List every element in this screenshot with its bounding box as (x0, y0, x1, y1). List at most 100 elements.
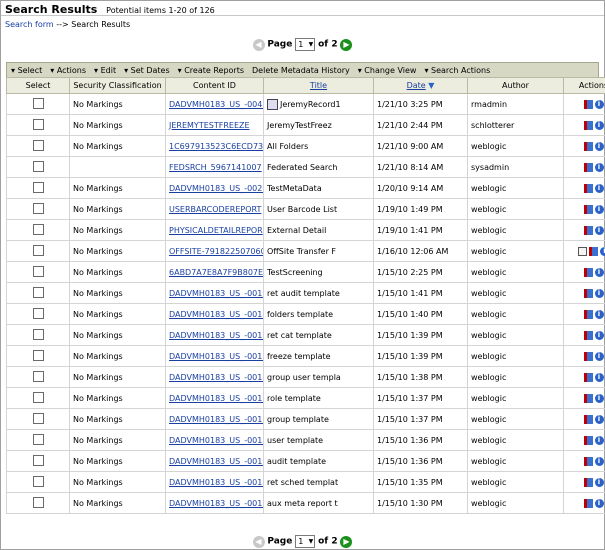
content-id-link[interactable]: 1C697913523C6ECD738 (169, 142, 263, 151)
content-id-link[interactable]: DADVMH0183_US_-0018 (169, 394, 263, 403)
info-icon[interactable]: i (594, 456, 604, 466)
info-icon[interactable]: i (594, 288, 604, 298)
info-icon[interactable]: i (594, 141, 604, 151)
row-select-checkbox[interactable] (32, 118, 44, 130)
actions-menu-icon[interactable] (583, 120, 593, 130)
info-icon[interactable]: i (594, 309, 604, 319)
info-icon[interactable]: i (594, 162, 604, 172)
content-id-link[interactable]: USERBARCODEREPORT (169, 205, 261, 214)
next-page-icon[interactable]: ▶ (340, 535, 353, 548)
external-link-icon[interactable] (578, 246, 587, 256)
actions-menu-icon[interactable] (583, 435, 593, 445)
breadcrumb-search-form-link[interactable]: Search form (5, 20, 54, 29)
actions-menu-icon[interactable] (583, 393, 593, 403)
info-icon[interactable]: i (594, 99, 604, 109)
row-select-checkbox[interactable] (32, 223, 44, 235)
row-select-checkbox[interactable] (32, 244, 44, 256)
content-id-link[interactable]: DADVMH0183_US_-0018 (169, 310, 263, 319)
row-select-checkbox[interactable] (32, 412, 44, 424)
row-select-checkbox[interactable] (32, 307, 44, 319)
row-select-checkbox[interactable] (32, 328, 44, 340)
select-menu[interactable]: Select (7, 66, 46, 75)
info-icon[interactable]: i (594, 498, 604, 508)
row-select-checkbox[interactable] (32, 265, 44, 277)
column-header-date[interactable]: Date ▼ (373, 77, 468, 94)
actions-menu-icon[interactable] (583, 477, 593, 487)
content-id-link[interactable]: DADVMH0183_US_-0018 (169, 478, 263, 487)
page-select[interactable]: 1 (295, 535, 316, 548)
content-id-link[interactable]: DADVMH0183_US_-0018 (169, 352, 263, 361)
info-icon[interactable]: i (594, 267, 604, 277)
page-select[interactable]: 1 (295, 38, 316, 51)
content-id-link[interactable]: OFFSITE-791822507060 (169, 247, 263, 256)
info-icon[interactable]: i (594, 120, 604, 130)
set-dates-menu[interactable]: Set Dates (120, 66, 174, 75)
column-header-title[interactable]: Title (263, 77, 374, 94)
actions-menu-icon[interactable] (583, 99, 593, 109)
info-icon[interactable]: i (594, 330, 604, 340)
title-sort-link[interactable]: Title (310, 81, 327, 90)
content-id-link[interactable]: DADVMH0183_US_-0018 (169, 415, 263, 424)
content-id-link[interactable]: DADVMH0183_US_-0018 (169, 373, 263, 382)
actions-menu-icon[interactable] (583, 183, 593, 193)
row-select-checkbox[interactable] (32, 475, 44, 487)
content-id-link[interactable]: DADVMH0183_US_-0018 (169, 457, 263, 466)
content-id-link[interactable]: DADVMH0183_US_-0018 (169, 436, 263, 445)
info-icon[interactable]: i (594, 414, 604, 424)
actions-menu-icon[interactable] (583, 414, 593, 424)
actions-menu-icon[interactable] (583, 267, 593, 277)
change-view-menu[interactable]: Change View (354, 66, 421, 75)
info-icon[interactable]: i (594, 393, 604, 403)
info-icon[interactable]: i (594, 435, 604, 445)
content-id-link[interactable]: DADVMH0183_US_-0046 (169, 100, 263, 109)
row-select-checkbox[interactable] (32, 97, 44, 109)
actions-menu-icon[interactable] (583, 162, 593, 172)
actions-menu-icon[interactable] (583, 309, 593, 319)
info-icon[interactable]: i (594, 183, 604, 193)
actions-menu-icon[interactable] (583, 498, 593, 508)
content-id-link[interactable]: FEDSRCH_5967141007 (169, 163, 262, 172)
actions-menu-icon[interactable] (583, 330, 593, 340)
content-id-link[interactable]: DADVMH0183_US_-0018 (169, 499, 263, 508)
actions-menu-icon[interactable] (583, 456, 593, 466)
actions-menu-icon[interactable] (589, 246, 598, 256)
previous-page-icon[interactable]: ◀ (252, 38, 265, 51)
row-select-checkbox[interactable] (32, 349, 44, 361)
content-id-link[interactable]: PHYSICALDETAILREPOR (169, 226, 263, 235)
actions-menu-icon[interactable] (583, 225, 593, 235)
search-actions-menu[interactable]: Search Actions (420, 66, 494, 75)
info-icon[interactable]: i (594, 351, 604, 361)
actions-menu-icon[interactable] (583, 204, 593, 214)
next-page-icon[interactable]: ▶ (340, 38, 353, 51)
row-select-checkbox[interactable] (32, 202, 44, 214)
delete-metadata-history-button[interactable]: Delete Metadata History (248, 66, 354, 75)
row-select-checkbox[interactable] (32, 286, 44, 298)
previous-page-icon[interactable]: ◀ (252, 535, 265, 548)
edit-menu[interactable]: Edit (90, 66, 120, 75)
row-select-checkbox[interactable] (32, 433, 44, 445)
row-select-checkbox[interactable] (32, 370, 44, 382)
actions-menu-icon[interactable] (583, 141, 593, 151)
actions-menu[interactable]: Actions (46, 66, 90, 75)
actions-menu-icon[interactable] (583, 351, 593, 361)
content-id-link[interactable]: DADVMH0183_US_-0018 (169, 331, 263, 340)
row-select-checkbox[interactable] (32, 160, 44, 172)
row-select-checkbox[interactable] (32, 139, 44, 151)
actions-menu-icon[interactable] (583, 372, 593, 382)
date-sort-link[interactable]: Date (407, 81, 426, 90)
info-icon[interactable]: i (594, 204, 604, 214)
content-id-link[interactable]: DADVMH0183_US_-0018 (169, 289, 263, 298)
row-select-checkbox[interactable] (32, 391, 44, 403)
content-id-link[interactable]: JEREMYTESTFREEZE (169, 121, 250, 130)
row-select-checkbox[interactable] (32, 454, 44, 466)
content-id-link[interactable]: 6ABD7A7E8A7F9B807E8 (169, 268, 263, 277)
info-icon[interactable]: i (594, 372, 604, 382)
row-select-checkbox[interactable] (32, 181, 44, 193)
content-id-link[interactable]: DADVMH0183_US_-0026 (169, 184, 263, 193)
info-icon[interactable]: i (600, 246, 605, 256)
create-reports-menu[interactable]: Create Reports (174, 66, 248, 75)
actions-menu-icon[interactable] (583, 288, 593, 298)
info-icon[interactable]: i (594, 477, 604, 487)
row-select-checkbox[interactable] (32, 496, 44, 508)
info-icon[interactable]: i (594, 225, 604, 235)
